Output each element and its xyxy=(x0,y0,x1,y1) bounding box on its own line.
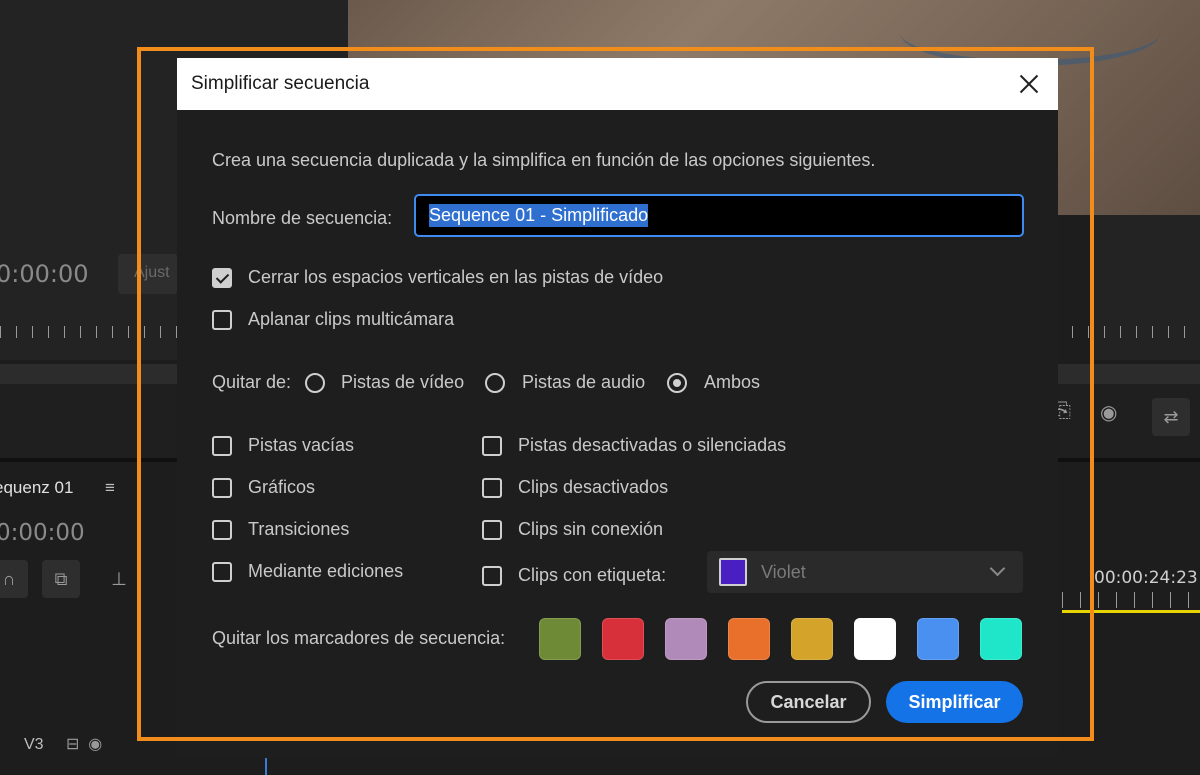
radio-both[interactable] xyxy=(667,373,687,393)
markers-label: Quitar los marcadores de secuencia: xyxy=(212,628,506,648)
flatten-multicam-checkbox[interactable] xyxy=(212,310,232,330)
close-gaps-checkbox[interactable] xyxy=(212,268,232,288)
labeled-clips-label: Clips con etiqueta: xyxy=(518,565,667,585)
marker-rose[interactable] xyxy=(665,618,707,660)
sequence-tab[interactable]: equenz 01 xyxy=(0,478,73,498)
close-gaps-label: Cerrar los espacios verticales en las pi… xyxy=(248,267,664,287)
marker-cyan[interactable] xyxy=(980,618,1022,660)
offline-clips-label: Clips sin conexión xyxy=(518,519,664,539)
radio-video-tracks[interactable] xyxy=(305,373,325,393)
camera-icon[interactable]: ◉ xyxy=(1100,400,1117,425)
remove-from-label: Quitar de: xyxy=(212,372,292,392)
radio-both-label: Ambos xyxy=(704,372,761,392)
radio-audio-tracks-label: Pistas de audio xyxy=(522,372,646,392)
hamburger-menu-icon[interactable]: ≡ xyxy=(105,478,115,498)
monitor-side-panel xyxy=(1090,215,1200,360)
simplify-sequence-dialog: Simplificar secuencia Crea una secuencia… xyxy=(177,58,1058,758)
close-icon[interactable] xyxy=(1014,69,1044,99)
labeled-clips-checkbox[interactable] xyxy=(482,566,502,586)
marker-yellow[interactable] xyxy=(791,618,833,660)
simplify-button[interactable]: Simplificar xyxy=(886,681,1023,723)
chevron-down-icon xyxy=(989,560,1006,577)
track-icons[interactable]: ⊟ ◉ xyxy=(66,734,102,754)
offline-clips-checkbox[interactable] xyxy=(482,520,502,540)
disabled-tracks-label: Pistas desactivadas o silenciadas xyxy=(518,435,787,455)
through-edits-checkbox[interactable] xyxy=(212,562,232,582)
linked-selection-icon[interactable]: ⧉ xyxy=(42,560,80,598)
dialog-titlebar: Simplificar secuencia xyxy=(177,58,1058,110)
label-color-dropdown[interactable]: Violet xyxy=(707,551,1023,593)
sequence-name-label: Nombre de secuencia: xyxy=(212,208,393,228)
timeline-end-timecode: 00:00:24:23 xyxy=(1094,568,1198,588)
compare-view-icon[interactable]: ⇄ xyxy=(1152,398,1190,436)
sequence-name-input[interactable]: Sequence 01 - Simplificado xyxy=(414,194,1024,237)
timeline-timecode[interactable]: 0:00:00 xyxy=(0,520,85,546)
add-marker-icon[interactable]: ⊥ xyxy=(100,560,138,598)
transitions-label: Transiciones xyxy=(248,519,350,539)
radio-audio-tracks[interactable] xyxy=(485,373,505,393)
timeline-ruler[interactable] xyxy=(1062,592,1200,608)
fit-dropdown[interactable]: Ajust xyxy=(118,254,178,294)
disabled-clips-label: Clips desactivados xyxy=(518,477,669,497)
through-edits-label: Mediante ediciones xyxy=(248,561,404,581)
disabled-tracks-checkbox[interactable] xyxy=(482,436,502,456)
marker-blue[interactable] xyxy=(917,618,959,660)
label-color-swatch xyxy=(719,558,747,586)
work-area-bar[interactable] xyxy=(1062,610,1200,613)
transitions-checkbox[interactable] xyxy=(212,520,232,540)
cancel-button[interactable]: Cancelar xyxy=(746,681,871,723)
graphics-label: Gráficos xyxy=(248,477,316,497)
graphics-checkbox[interactable] xyxy=(212,478,232,498)
dialog-description: Crea una secuencia duplicada y la simpli… xyxy=(212,150,876,170)
marker-white[interactable] xyxy=(854,618,896,660)
empty-tracks-label: Pistas vacías xyxy=(248,435,355,455)
dialog-title: Simplificar secuencia xyxy=(191,73,370,94)
monitor-timecode: 0:00:00 xyxy=(0,260,89,288)
flatten-multicam-label: Aplanar clips multicámara xyxy=(248,309,455,329)
radio-video-tracks-label: Pistas de vídeo xyxy=(341,372,465,392)
label-color-value: Violet xyxy=(761,561,806,582)
empty-tracks-checkbox[interactable] xyxy=(212,436,232,456)
snap-icon[interactable]: ∩ xyxy=(0,560,28,598)
sequence-name-value: Sequence 01 - Simplificado xyxy=(429,204,649,227)
marker-green[interactable] xyxy=(539,618,581,660)
disabled-clips-checkbox[interactable] xyxy=(482,478,502,498)
track-v3-label: V3 xyxy=(24,736,44,753)
marker-red[interactable] xyxy=(602,618,644,660)
marker-orange[interactable] xyxy=(728,618,770,660)
